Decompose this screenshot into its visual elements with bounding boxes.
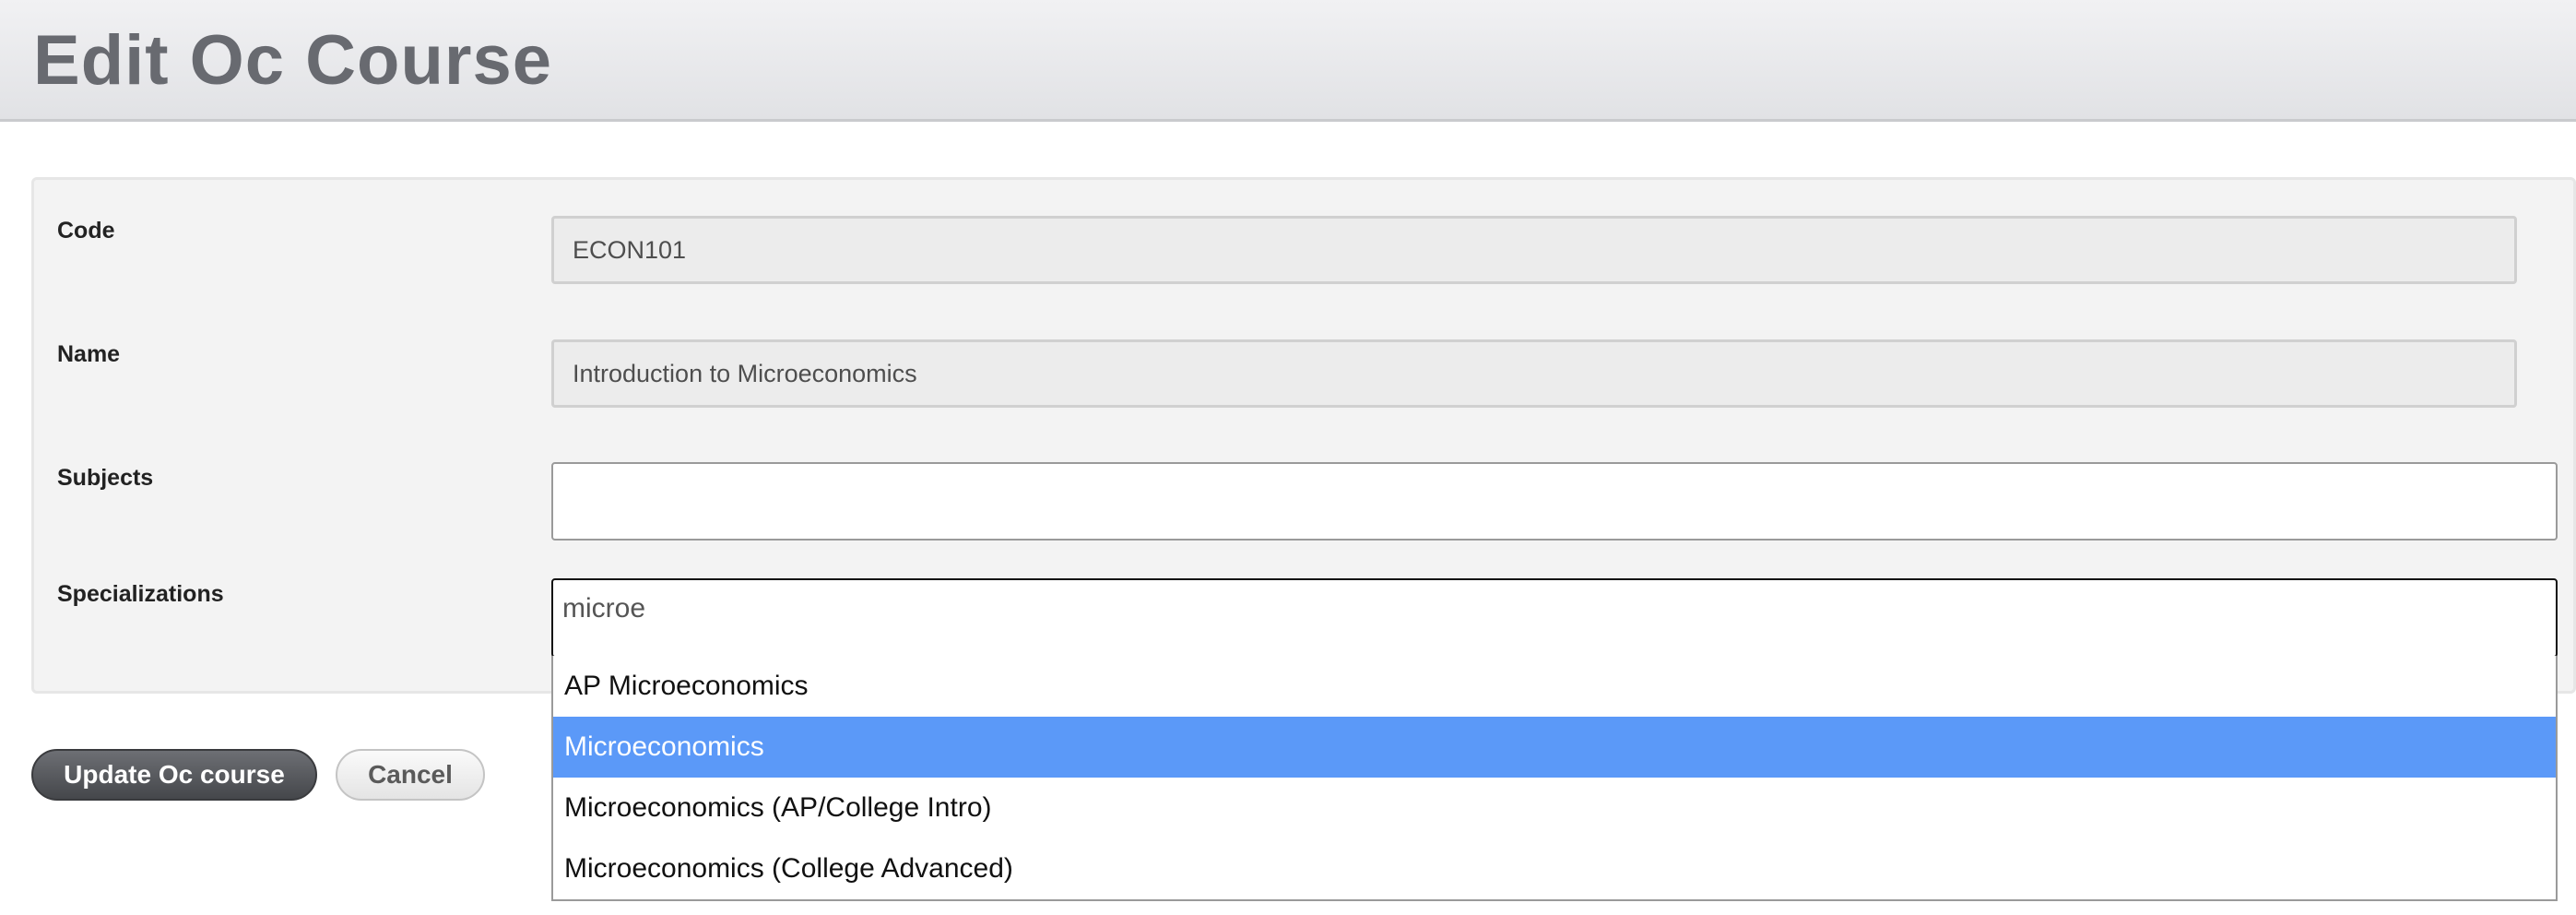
page-title: Edit Oc Course — [33, 21, 552, 100]
update-course-button[interactable]: Update Oc course — [31, 749, 317, 801]
subjects-field[interactable] — [551, 462, 2558, 541]
subjects-label: Subjects — [57, 465, 154, 491]
specializations-label: Specializations — [57, 581, 224, 607]
cancel-button[interactable]: Cancel — [336, 749, 485, 801]
dropdown-option[interactable]: Microeconomics (AP/College Intro) — [553, 778, 2556, 838]
specializations-dropdown: AP Microeconomics Microeconomics Microec… — [551, 656, 2558, 901]
dropdown-option[interactable]: AP Microeconomics — [553, 656, 2556, 717]
dropdown-option-highlighted[interactable]: Microeconomics — [553, 717, 2556, 778]
dropdown-option[interactable]: Microeconomics (College Advanced) — [553, 838, 2556, 899]
code-label: Code — [57, 218, 115, 244]
code-field[interactable]: ECON101 — [551, 216, 2517, 284]
name-label: Name — [57, 341, 121, 367]
name-field[interactable]: Introduction to Microeconomics — [551, 339, 2517, 408]
page-header: Edit Oc Course — [0, 0, 2576, 122]
specializations-search-input[interactable]: microe — [551, 578, 2558, 658]
